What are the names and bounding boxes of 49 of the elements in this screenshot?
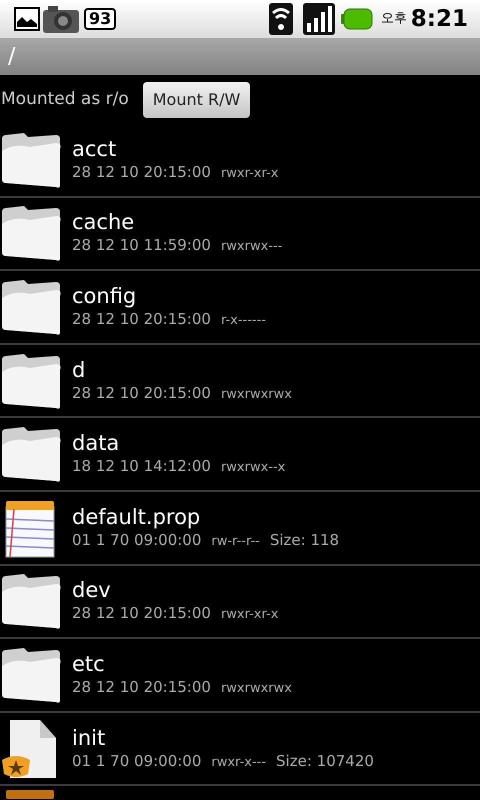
file-date: 01 1 70 09:00:00 bbox=[72, 530, 202, 550]
file-row[interactable]: d 28 12 10 20:15:00 rwxrwxrwx bbox=[0, 344, 480, 418]
file-date: 28 12 10 20:15:00 bbox=[72, 162, 211, 182]
file-row[interactable]: data 18 12 10 14:12:00 rwxrwx--x bbox=[0, 418, 480, 492]
file-size: Size: 118 bbox=[270, 530, 340, 550]
clock-time: 8:21 bbox=[410, 4, 468, 34]
file-row[interactable]: acct 28 12 10 20:15:00 rwxr-xr-x bbox=[0, 124, 480, 198]
file-row[interactable]: etc 28 12 10 20:15:00 rwxrwxrwx bbox=[0, 639, 480, 713]
file-permissions: r-x------ bbox=[220, 312, 266, 330]
path-title: / bbox=[8, 43, 16, 71]
file-name: data bbox=[72, 430, 120, 456]
file-permissions: rwxrwx--x bbox=[220, 459, 286, 478]
file-permissions: rwxr-x--- bbox=[211, 754, 266, 772]
file-name: dev bbox=[72, 577, 112, 604]
file-row[interactable]: cache 28 12 10 11:59:00 rwxrwx--- bbox=[0, 198, 480, 272]
mount-status: Mounted as r/o bbox=[1, 88, 129, 111]
file-date: 01 1 70 09:00:00 bbox=[72, 750, 202, 771]
file-name: acct bbox=[72, 136, 118, 162]
mount-button[interactable]: Mount R/W bbox=[142, 82, 250, 118]
file-permissions: rwxr-xr-x bbox=[220, 606, 278, 624]
file-name: config bbox=[72, 282, 138, 309]
file-permissions: rwxrwxrwx bbox=[220, 386, 292, 404]
file-permissions: rwxr-xr-x bbox=[220, 164, 278, 183]
file-name: etc bbox=[72, 650, 106, 677]
am-pm-label: 오후 bbox=[380, 10, 407, 28]
file-permissions: rwxrwx--- bbox=[220, 238, 282, 256]
file-row[interactable]: init 01 1 70 09:00:00 rwxr-x--- Size: 107420 bbox=[0, 712, 480, 786]
file-row[interactable]: dev 28 12 10 20:15:00 rwxr-xr-x bbox=[0, 566, 480, 640]
file-date: 28 12 10 20:15:00 bbox=[72, 676, 211, 697]
file-row[interactable]: config 28 12 10 20:15:00 r-x------ bbox=[0, 271, 480, 345]
file-date: 28 12 10 20:15:00 bbox=[72, 382, 211, 403]
battery-icon bbox=[340, 8, 373, 30]
file-name: cache bbox=[72, 209, 136, 236]
file-date: 28 12 10 20:15:00 bbox=[72, 308, 211, 329]
file-name: init bbox=[72, 724, 106, 751]
file-size: Size: 107420 bbox=[276, 750, 374, 771]
signal-icon bbox=[302, 3, 335, 35]
image-icon bbox=[14, 7, 40, 31]
file-date: 28 12 10 20:15:00 bbox=[72, 603, 211, 624]
camera-icon bbox=[42, 3, 80, 35]
wifi-icon bbox=[268, 3, 293, 35]
file-date: 18 12 10 14:12:00 bbox=[72, 456, 211, 476]
file-name: default.prop bbox=[72, 504, 202, 530]
notification-count: 93 bbox=[84, 8, 116, 30]
file-permissions: rw-r--r-- bbox=[211, 532, 260, 551]
file-date: 28 12 10 11:59:00 bbox=[72, 235, 211, 256]
file-row[interactable]: default.prop 01 1 70 09:00:00 rw-r--r-- Size: 118 bbox=[0, 492, 480, 566]
file-name: d bbox=[72, 356, 86, 383]
file-permissions: rwxrwxrwx bbox=[220, 680, 292, 698]
